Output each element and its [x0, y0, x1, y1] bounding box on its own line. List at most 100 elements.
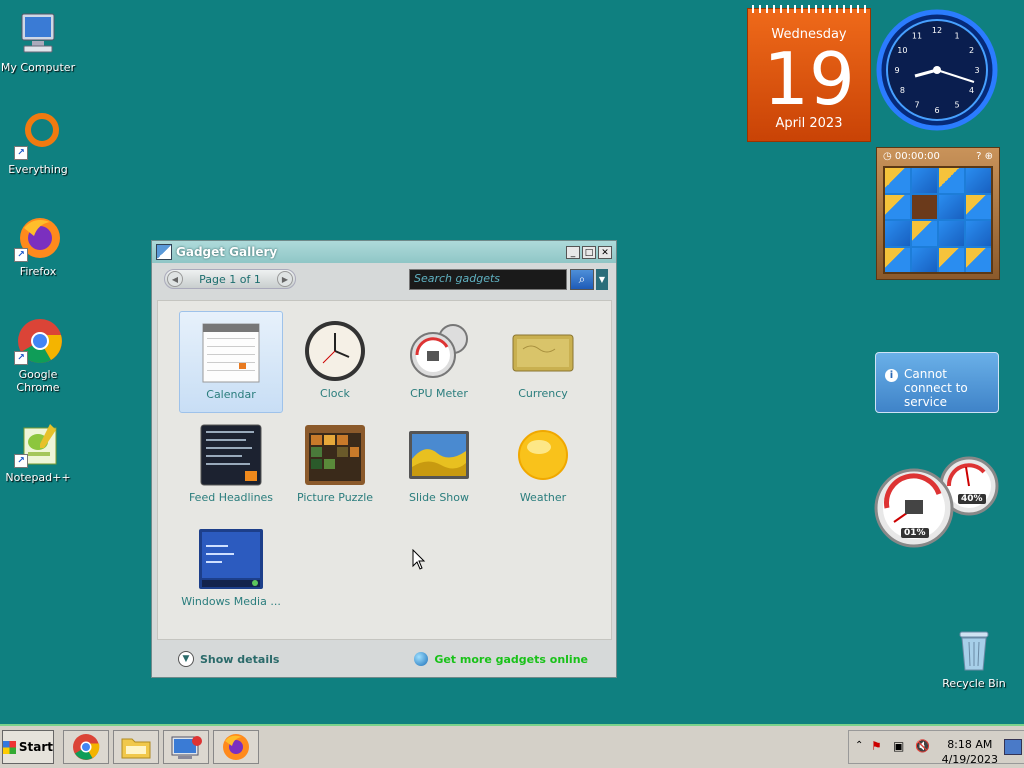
desktop-icon-google-chrome[interactable]: ↗ Google Chrome: [0, 317, 78, 394]
desktop-icon-recycle-bin[interactable]: Recycle Bin: [934, 626, 1014, 690]
puzzle-tile[interactable]: [912, 247, 937, 272]
prev-page-button[interactable]: ◀: [167, 271, 183, 287]
window-title: Gadget Gallery: [176, 245, 278, 259]
gadget-tile-currency[interactable]: Currency: [491, 311, 595, 413]
puzzle-tile[interactable]: [966, 221, 991, 246]
currency-gadget-notification[interactable]: i Cannot connect to service: [875, 352, 999, 413]
windows-media-center-thumbnail-icon: [199, 527, 263, 591]
computer-icon: [14, 10, 62, 58]
slide-show-thumbnail-icon: [407, 423, 471, 487]
search-button[interactable]: ⌕: [570, 269, 594, 290]
puzzle-tile[interactable]: [966, 247, 991, 272]
search-dropdown-button[interactable]: ▼: [596, 269, 608, 290]
notepadpp-icon: ↗: [14, 420, 62, 468]
gadget-name: Windows Media ...: [181, 595, 281, 608]
calendar-thumbnail-icon: [199, 320, 263, 384]
gadget-tile-slide-show[interactable]: Slide Show: [387, 415, 491, 517]
taskbar-item-file-explorer[interactable]: [113, 730, 159, 764]
puzzle-tile[interactable]: [939, 221, 964, 246]
folder-icon: [121, 738, 151, 759]
puzzle-tile[interactable]: [966, 168, 991, 193]
taskbar-item-chrome[interactable]: [63, 730, 109, 764]
feed-headlines-thumbnail-icon: [199, 423, 263, 487]
gallery-footer: ▼ Show details Get more gadgets online: [152, 641, 616, 677]
clock-numeral: 12: [932, 26, 942, 35]
clock-numeral: 5: [954, 101, 959, 110]
desktop-icon-everything[interactable]: ↗ Everything: [0, 112, 78, 176]
maximize-button[interactable]: □: [582, 245, 596, 259]
taskbar-item-control-panel[interactable]: [163, 730, 209, 764]
recycle-bin-icon: [950, 626, 998, 674]
window-titlebar[interactable]: Gadget Gallery _ □ ✕: [152, 241, 616, 263]
desktop-icon-firefox[interactable]: ↗ Firefox: [0, 214, 78, 278]
clock-gadget[interactable]: 12 1 2 3 4 5 6 7 8 9 10 11: [875, 8, 999, 132]
show-hidden-icons-chevron-icon[interactable]: ⌃: [855, 740, 863, 751]
windows-logo-icon: [3, 740, 16, 754]
gadget-tile-weather[interactable]: Weather: [491, 415, 595, 517]
puzzle-tile[interactable]: [885, 221, 910, 246]
picture-puzzle-gadget[interactable]: ◷ 00:00:00 ? ⊕: [876, 147, 1000, 280]
taskbar: Start ⌃ ⚑ ▣ 🔇 8:18 AM 4/19/2023: [0, 724, 1024, 768]
search-input[interactable]: Search gadgets: [409, 269, 567, 290]
puzzle-grid[interactable]: [883, 166, 993, 274]
gadget-tile-calendar[interactable]: Calendar: [179, 311, 283, 413]
puzzle-tile[interactable]: [939, 247, 964, 272]
clock-thumbnail-icon: [303, 319, 367, 383]
get-more-gadgets-link[interactable]: Get more gadgets online: [414, 652, 588, 666]
gadget-tile-cpu-meter[interactable]: CPU Meter: [387, 311, 491, 413]
cpu-meter-gadget[interactable]: 01% 40%: [874, 454, 1000, 548]
calendar-gadget[interactable]: Wednesday 19 April 2023: [747, 5, 871, 142]
volume-muted-icon[interactable]: 🔇: [915, 739, 930, 753]
desktop-icon-my-computer[interactable]: My Computer: [0, 10, 78, 74]
calendar-binding-rings: [752, 5, 866, 13]
next-page-button[interactable]: ▶: [276, 271, 293, 287]
desktop-icon-label: My Computer: [0, 61, 76, 74]
action-center-icon[interactable]: ⚑: [871, 739, 882, 753]
show-details-toggle[interactable]: ▼ Show details: [178, 651, 279, 667]
puzzle-help-icon[interactable]: ? ⊕: [976, 151, 993, 162]
calendar-day: 19: [763, 37, 855, 121]
chrome-icon: ↗: [14, 317, 62, 365]
puzzle-tile[interactable]: [885, 194, 910, 219]
gadget-tile-windows-media-center[interactable]: Windows Media ...: [179, 519, 283, 621]
weather-thumbnail-icon: [511, 423, 575, 487]
puzzle-tile[interactable]: [966, 194, 991, 219]
close-button[interactable]: ✕: [598, 245, 612, 259]
desktop-icon-label: Everything: [8, 163, 68, 176]
desktop-icon-label: Recycle Bin: [942, 677, 1006, 690]
shortcut-arrow-icon: ↗: [14, 146, 28, 160]
puzzle-tile[interactable]: [885, 168, 910, 193]
clock-numeral: 8: [900, 86, 905, 95]
minimize-button[interactable]: _: [566, 245, 580, 259]
gadget-name: Currency: [518, 387, 568, 400]
taskbar-clock[interactable]: 8:18 AM 4/19/2023: [942, 737, 998, 767]
clock-face: 121234567891011: [876, 9, 998, 131]
search-icon: ⌕: [578, 272, 586, 286]
start-button[interactable]: Start: [2, 730, 54, 764]
info-icon: i: [885, 369, 898, 382]
puzzle-tile[interactable]: [939, 194, 964, 219]
clock-numeral: 7: [914, 101, 919, 110]
chrome-icon: [73, 734, 100, 760]
desktop-icon-label: Firefox: [19, 265, 57, 278]
gadget-tile-clock[interactable]: Clock: [283, 311, 387, 413]
show-desktop-button[interactable]: [1004, 739, 1022, 755]
gadget-tile-feed-headlines[interactable]: Feed Headlines: [179, 415, 283, 517]
desktop-icon-notepadpp[interactable]: ↗ Notepad++: [0, 420, 78, 484]
puzzle-tile[interactable]: [912, 221, 937, 246]
gadget-gallery-window[interactable]: Gadget Gallery _ □ ✕ ◀ Page 1 of 1 ▶ Sea…: [151, 240, 617, 678]
clock-numeral: 10: [897, 46, 907, 55]
puzzle-tile[interactable]: [885, 247, 910, 272]
network-icon[interactable]: ▣: [893, 739, 904, 753]
puzzle-empty-slot[interactable]: [912, 194, 937, 219]
gadget-tile-picture-puzzle[interactable]: Picture Puzzle: [283, 415, 387, 517]
puzzle-tile[interactable]: [912, 168, 937, 193]
gadget-name: Slide Show: [408, 491, 470, 504]
gadget-name: Weather: [519, 491, 567, 504]
firefox-icon: [223, 734, 249, 760]
puzzle-tile[interactable]: [939, 168, 964, 193]
puzzle-toolbar: ◷ 00:00:00 ? ⊕: [877, 148, 999, 164]
taskbar-item-firefox[interactable]: [213, 730, 259, 764]
get-more-label: Get more gadgets online: [434, 652, 588, 666]
globe-icon: [414, 652, 429, 666]
